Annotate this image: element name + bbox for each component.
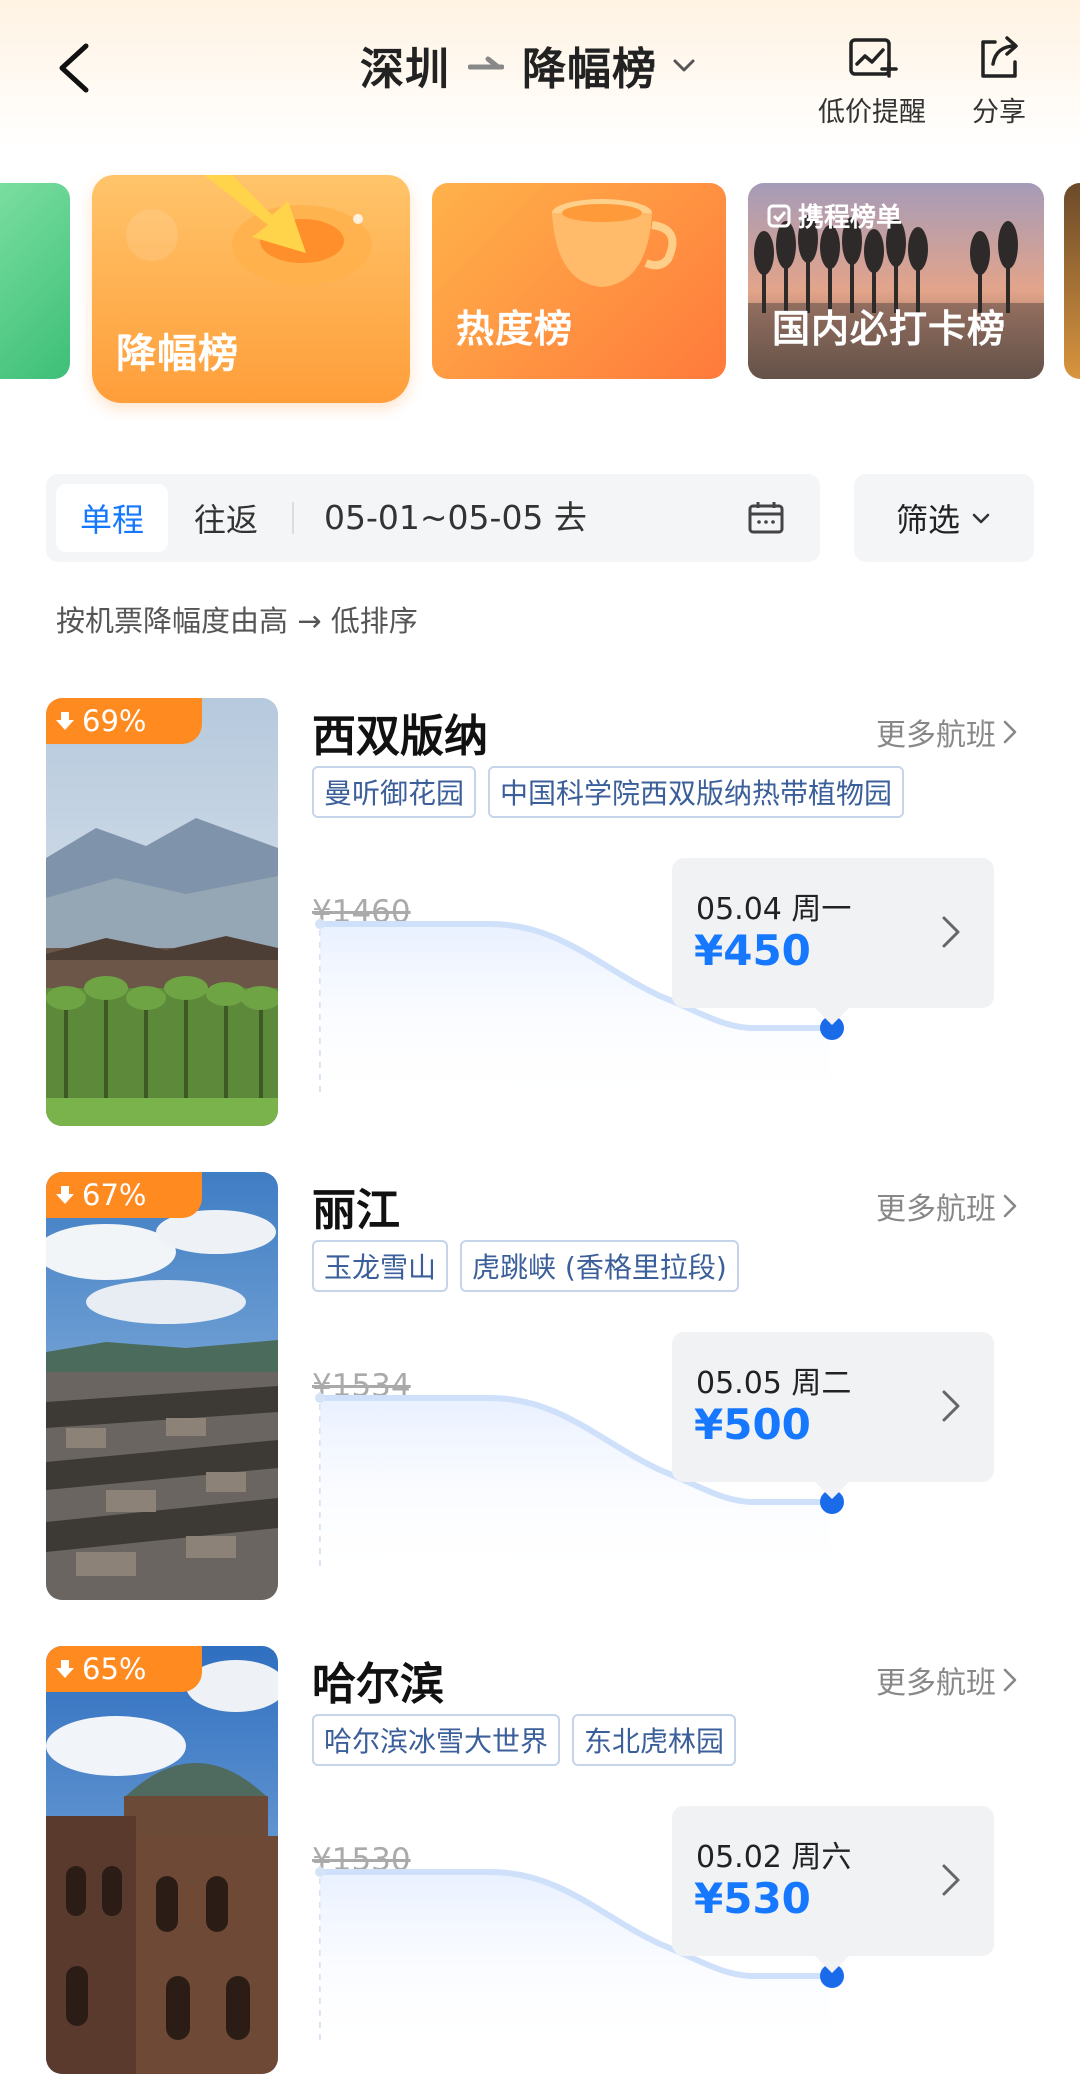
- page: 深圳 降幅榜 低价提醒 分享 降幅榜 热度榜 携程榜单 国内必打卡榜 单程 往返…: [0, 0, 1080, 2090]
- lowest-price-bubble[interactable]: 05.04 周一 ¥450: [672, 858, 994, 1025]
- more-flights-label: 更多航班: [876, 1192, 996, 1227]
- old-town-photo: [46, 1172, 278, 1600]
- calendar-button[interactable]: [746, 498, 786, 538]
- list-title-dropdown[interactable]: 深圳 降幅榜: [360, 30, 697, 100]
- more-flights-label: 更多航班: [876, 1666, 996, 1701]
- chevron-right-icon: [1003, 720, 1017, 744]
- tag-list: 玉龙雪山 虎跳峡 (香格里拉段): [312, 1240, 739, 1292]
- lowest-price-bubble[interactable]: 05.02 周六 ¥530: [672, 1806, 994, 1973]
- rank-card-domestic[interactable]: 携程榜单 国内必打卡榜: [748, 183, 1044, 379]
- back-arrow-icon: [59, 43, 89, 93]
- lowest-price-date: 05.04 周一: [696, 892, 852, 927]
- destination-photo[interactable]: 69%: [46, 698, 278, 1126]
- chevron-right-icon: [1003, 1668, 1017, 1692]
- chevron-right-icon: [942, 1390, 960, 1422]
- rank-card-prev[interactable]: [0, 183, 70, 379]
- filter-label: 筛选: [895, 501, 960, 539]
- rank-card-domestic-label: 国内必打卡榜: [772, 307, 1007, 351]
- chevron-down-icon: [972, 513, 990, 524]
- list-name: 降幅榜: [522, 44, 657, 95]
- attraction-tag[interactable]: 中国科学院西双版纳热带植物园: [488, 766, 905, 818]
- price-alert-icon: [849, 38, 898, 78]
- drop-badge: 67%: [46, 1172, 202, 1218]
- origin-city: 深圳: [360, 44, 450, 95]
- price-drop-illustration: [126, 175, 372, 285]
- lowest-price-bubble[interactable]: 05.05 周二 ¥500: [672, 1332, 994, 1499]
- attraction-tag[interactable]: 曼听御花园: [312, 766, 477, 818]
- calendar-icon: [748, 502, 784, 534]
- filter-button[interactable]: 筛选: [854, 474, 1034, 562]
- share-button[interactable]: 分享: [972, 34, 1026, 129]
- drop-badge: 65%: [46, 1646, 202, 1692]
- rank-card-hot-label: 热度榜: [456, 307, 574, 351]
- tag-list: 哈尔滨冰雪大世界 东北虎林园: [312, 1714, 737, 1766]
- attraction-tag[interactable]: 玉龙雪山: [312, 1240, 449, 1292]
- brand-logo-icon: [767, 204, 791, 227]
- brand-tag: 携程榜单: [766, 197, 902, 234]
- drop-percent: 69%: [82, 704, 147, 738]
- sort-note: 按机票降幅度由高 → 低排序: [56, 604, 418, 638]
- divider: [292, 502, 294, 534]
- lowest-price-date: 05.05 周二: [696, 1366, 852, 1401]
- drop-arrow-icon: [56, 1660, 74, 1678]
- destination-card[interactable]: 67% 丽江 更多航班 玉龙雪山 虎跳峡 (香格里拉段) ¥1534 05.05…: [0, 1172, 1080, 1612]
- attraction-tag[interactable]: 哈尔滨冰雪大世界: [312, 1714, 561, 1766]
- more-flights-label: 更多航班: [876, 718, 996, 753]
- drop-percent: 65%: [82, 1652, 147, 1686]
- trip-filter-bar: 单程 往返 05-01~05-05 去: [46, 474, 820, 562]
- lowest-price: ¥500: [694, 1400, 811, 1449]
- chevron-right-icon: [942, 916, 960, 948]
- destination-name: 丽江: [312, 1185, 400, 1236]
- lowest-price-date: 05.02 周六: [696, 1840, 852, 1875]
- rank-category-strip: 降幅榜 热度榜 携程榜单 国内必打卡榜: [0, 175, 1080, 415]
- share-icon: [981, 36, 1018, 78]
- more-flights-link[interactable]: 更多航班: [876, 710, 1018, 754]
- tag-list: 曼听御花园 中国科学院西双版纳热带植物园: [312, 766, 905, 818]
- rank-card-hot[interactable]: 热度榜: [432, 183, 726, 379]
- chevron-right-icon: [1003, 1194, 1017, 1218]
- rank-card-drop-label: 降幅榜: [116, 331, 239, 377]
- roundtrip-tab[interactable]: 往返: [170, 484, 282, 552]
- destination-card[interactable]: 65% 哈尔滨 更多航班 哈尔滨冰雪大世界 东北虎林园 ¥1530 05.02 …: [0, 1646, 1080, 2086]
- date-range-field[interactable]: 05-01~05-05 去: [324, 474, 587, 562]
- attraction-tag[interactable]: 虎跳峡 (香格里拉段): [460, 1240, 739, 1292]
- more-flights-link[interactable]: 更多航班: [876, 1658, 1018, 1702]
- destination-photo[interactable]: 67%: [46, 1172, 278, 1600]
- share-label: 分享: [972, 97, 1026, 128]
- attraction-tag[interactable]: 东北虎林园: [572, 1714, 737, 1766]
- header: 深圳 降幅榜 低价提醒 分享: [0, 0, 1080, 150]
- price-alert-button[interactable]: 低价提醒: [818, 34, 926, 129]
- back-button[interactable]: [48, 32, 104, 104]
- destination-card[interactable]: 69% 西双版纳 更多航班 曼听御花园 中国科学院西双版纳热带植物园 ¥1460: [0, 698, 1080, 1138]
- drop-arrow-icon: [56, 712, 74, 730]
- lowest-price: ¥450: [694, 926, 811, 975]
- destination-name: 哈尔滨: [312, 1659, 444, 1710]
- more-flights-link[interactable]: 更多航班: [876, 1184, 1018, 1228]
- direction-arrow-icon: [468, 56, 504, 70]
- rank-card-drop[interactable]: 降幅榜: [92, 175, 410, 403]
- rainforest-photo: [46, 698, 278, 1126]
- price-alert-label: 低价提醒: [818, 97, 926, 128]
- rank-card-next[interactable]: [1064, 183, 1080, 379]
- destination-name: 西双版纳: [312, 711, 488, 762]
- drop-arrow-icon: [56, 1186, 74, 1204]
- cathedral-photo: [46, 1646, 278, 2074]
- brand-tag-label: 携程榜单: [798, 203, 903, 233]
- lowest-price: ¥530: [694, 1874, 811, 1923]
- drop-percent: 67%: [82, 1178, 147, 1212]
- destination-photo[interactable]: 65%: [46, 1646, 278, 2074]
- oneway-tab[interactable]: 单程: [56, 484, 168, 552]
- drop-badge: 69%: [46, 698, 202, 744]
- chevron-down-icon: [673, 59, 695, 72]
- chevron-right-icon: [942, 1864, 960, 1896]
